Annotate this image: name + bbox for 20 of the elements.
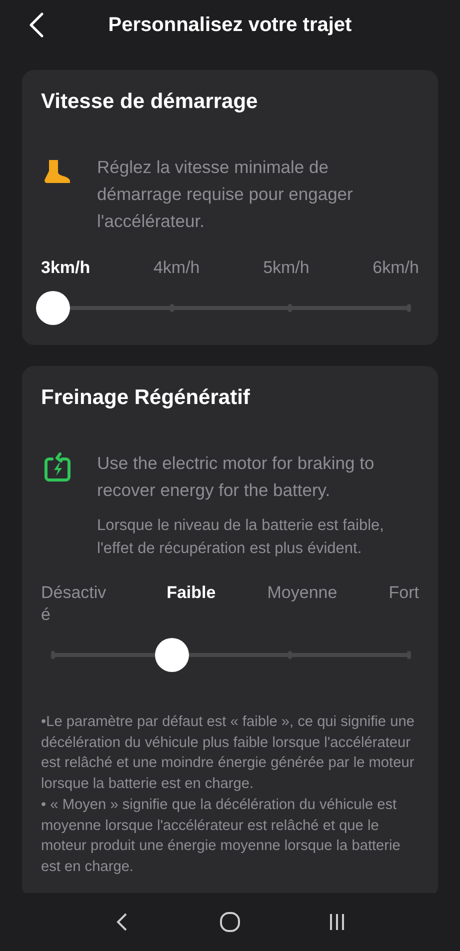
option-label[interactable]: Désactivé [41, 582, 115, 626]
section-title: Vitesse de démarrage [41, 90, 259, 114]
home-nav-button[interactable] [218, 910, 242, 934]
note-text: •Le paramètre par défaut est « faible », ce qui signifie une décélération du véhicule plus faible lorsque l'accélérateur est relâché et une moindre énergie générée par le moteur lorsque la batterie est en charge. [41, 713, 416, 794]
slider-thumb[interactable] [36, 291, 70, 325]
home-icon [218, 910, 242, 934]
option-label[interactable]: 5km/h [263, 257, 310, 279]
description-text: Use the electric motor for braking to recover energy for the battery. [97, 452, 376, 502]
option-label[interactable]: 3km/h [41, 257, 90, 279]
option-label[interactable]: Faible [166, 582, 216, 626]
option-label[interactable]: 4km/h [153, 257, 200, 279]
page-title: Personnalisez votre trajet [107, 14, 353, 36]
section-title: Freinage Régénératif [41, 386, 251, 410]
option-label[interactable]: 6km/h [372, 257, 419, 279]
slider-thumb[interactable] [154, 638, 189, 672]
note-text: • « Moyen » signifie que la décélération du véhicule est moyenne lorsque l'accélérateur est relâché et que le moteur produit une énergie moyenne lorsque la batterie est en charge. [41, 796, 402, 877]
option-label[interactable]: Fort [388, 582, 419, 626]
description-text: Lorsque le niveau de la batterie est faible, l'effet de récupération est plus évident. [97, 516, 385, 559]
option-label[interactable]: Moyenne [267, 582, 338, 626]
description-text: Réglez la vitesse minimale de démarrage requise pour engager l'accélérateur. [97, 156, 354, 233]
